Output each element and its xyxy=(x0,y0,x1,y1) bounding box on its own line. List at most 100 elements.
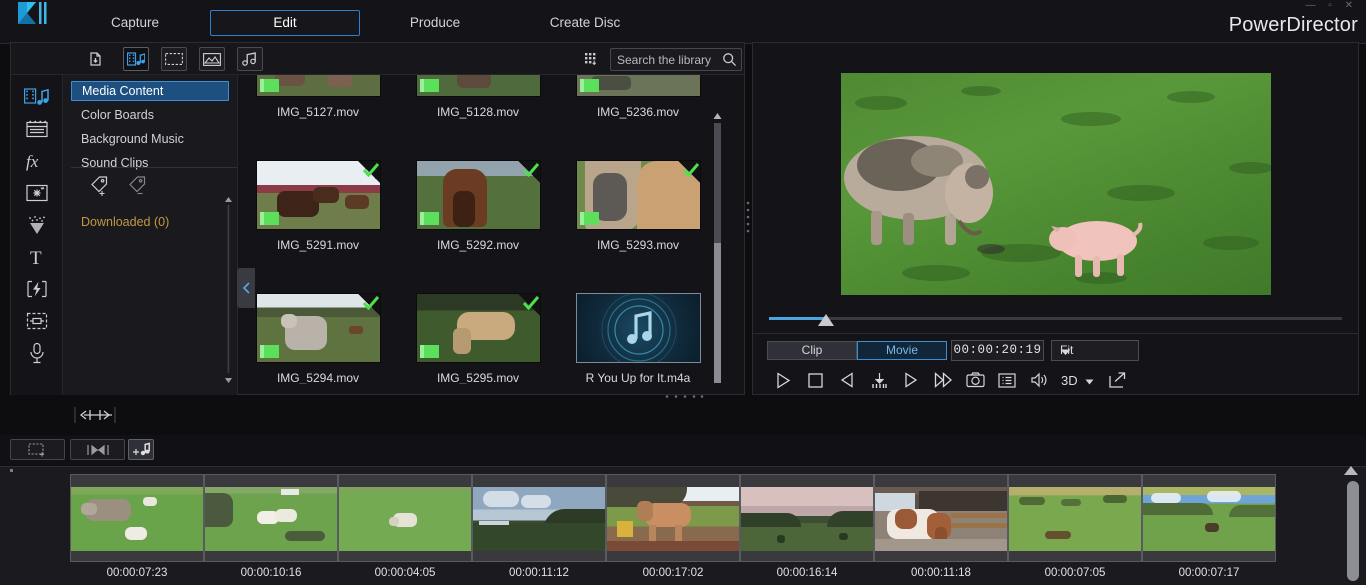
storyboard-clip-duration: 00:00:07:05 xyxy=(1008,567,1142,579)
effect-room-icon[interactable] xyxy=(22,115,52,143)
media-content-view-icon[interactable] xyxy=(123,47,149,71)
library-item-thumbnail[interactable] xyxy=(576,75,701,97)
nav-create-disc[interactable]: Create Disc xyxy=(510,10,660,36)
clip-mode-button[interactable]: Clip xyxy=(767,341,857,360)
tree-scrollbar[interactable] xyxy=(224,195,233,385)
playback-controls: 3D xyxy=(767,368,1134,392)
seek-progress xyxy=(769,317,825,320)
search-box[interactable] xyxy=(610,48,742,71)
video-preview[interactable] xyxy=(841,73,1271,295)
storyboard-clip: 00:00:10:16 xyxy=(204,474,338,579)
movie-mode-button[interactable]: Movie xyxy=(857,341,947,360)
nav-edit[interactable]: Edit xyxy=(210,10,360,36)
downloaded-tag-label[interactable]: Downloaded (0) xyxy=(81,215,169,229)
library-item-thumbnail[interactable] xyxy=(416,160,541,230)
scroll-up-icon[interactable] xyxy=(1344,466,1358,475)
storyboard-clip-duration: 00:00:17:02 xyxy=(606,567,740,579)
library-item-thumbnail[interactable] xyxy=(256,293,381,363)
library-item-thumbnail[interactable] xyxy=(256,160,381,230)
library-item-thumbnail[interactable] xyxy=(256,75,381,97)
library-item: IMG_5295.mov xyxy=(398,293,558,384)
voice-over-room-icon[interactable] xyxy=(22,339,52,367)
stop-button[interactable] xyxy=(799,368,831,392)
video-view-icon[interactable] xyxy=(161,47,187,71)
image-view-icon[interactable] xyxy=(199,47,225,71)
library-item: IMG_5128.mov xyxy=(398,75,558,119)
tag-add-icon[interactable] xyxy=(89,175,113,197)
storyboard-clip: 00:00:11:12 xyxy=(472,474,606,579)
room-icon-rail: fx xyxy=(11,75,63,395)
storyboard-scrollbar[interactable] xyxy=(1347,481,1359,581)
library-item-thumbnail[interactable] xyxy=(416,75,541,97)
storyboard-clip-thumbnail[interactable] xyxy=(204,474,338,562)
snapshot-button[interactable] xyxy=(959,368,991,392)
nav-produce[interactable]: Produce xyxy=(360,10,510,36)
library-thumbnail-grid[interactable]: IMG_5127.mov IMG_5128.mov xyxy=(238,75,726,384)
storyboard-clip-thumbnail[interactable] xyxy=(70,474,204,562)
storyboard-track[interactable]: 00:00:07:23 00:00:10:16 xyxy=(0,466,1366,585)
seek-track[interactable] xyxy=(769,317,1342,320)
sidebar-item-color-boards[interactable]: Color Boards xyxy=(71,105,229,125)
import-media-icon[interactable] xyxy=(83,47,109,71)
storyboard-clip-thumbnail[interactable] xyxy=(472,474,606,562)
window-controls[interactable]: — ▫ ✕ xyxy=(1306,0,1358,11)
panel-splitter-vertical[interactable] xyxy=(746,200,750,236)
next-frame-button[interactable] xyxy=(895,368,927,392)
checked-badge-icon xyxy=(518,161,540,183)
fast-forward-button[interactable] xyxy=(927,368,959,392)
zoom-fit-dropdown[interactable]: Fit xyxy=(1051,340,1139,361)
volume-button[interactable] xyxy=(1023,368,1055,392)
storyboard-clip-thumbnail[interactable] xyxy=(740,474,874,562)
storyboard-clip-thumbnail[interactable] xyxy=(1142,474,1276,562)
media-room-icon[interactable] xyxy=(22,83,52,111)
storyboard-clip-thumbnail[interactable] xyxy=(338,474,472,562)
video-badge-icon xyxy=(260,345,279,358)
library-item-label: IMG_5292.mov xyxy=(398,238,558,252)
audio-view-icon[interactable] xyxy=(237,47,263,71)
subtitle-room-icon[interactable] xyxy=(22,307,52,335)
svg-text:fx: fx xyxy=(26,152,39,171)
3d-mode-button[interactable]: 3D xyxy=(1055,373,1094,388)
video-badge-icon xyxy=(420,79,439,92)
video-badge-icon xyxy=(580,79,599,92)
storyboard-clip-thumbnail[interactable] xyxy=(874,474,1008,562)
chapter-marker-button[interactable] xyxy=(863,368,895,392)
pip-object-room-icon[interactable] xyxy=(22,179,52,207)
storyboard-clip: 00:00:16:14 xyxy=(740,474,874,579)
sidebar-item-media-content[interactable]: Media Content xyxy=(71,81,229,101)
display-options-button[interactable] xyxy=(991,368,1023,392)
checked-badge-icon xyxy=(358,161,380,183)
brand-title: PowerDirector xyxy=(1229,14,1358,37)
library-item-thumbnail[interactable] xyxy=(576,160,701,230)
library-item-thumbnail[interactable] xyxy=(416,293,541,363)
preview-seek-bar[interactable] xyxy=(769,311,1342,327)
sidebar-item-sound-clips[interactable]: Sound Clips xyxy=(71,153,229,173)
library-item-label: IMG_5127.mov xyxy=(238,105,398,119)
storyboard-clip-thumbnail[interactable] xyxy=(1008,474,1142,562)
timecode-display[interactable]: 00:00:20:19 xyxy=(951,340,1044,361)
grid-menu-icon[interactable] xyxy=(582,49,602,69)
main-nav: Capture Edit Produce Create Disc xyxy=(60,10,660,36)
tag-remove-icon[interactable] xyxy=(127,175,151,197)
storyboard-clip-thumbnail[interactable] xyxy=(606,474,740,562)
collapse-panel-left-icon[interactable] xyxy=(237,268,255,308)
transition-room-icon[interactable] xyxy=(22,275,52,303)
horizontal-resize-handle-icon[interactable] xyxy=(60,405,240,425)
play-button[interactable] xyxy=(767,368,799,392)
library-scrollbar[interactable] xyxy=(712,111,723,372)
title-room-icon[interactable]: T xyxy=(22,243,52,271)
previous-frame-button[interactable] xyxy=(831,368,863,392)
search-input[interactable] xyxy=(617,49,717,70)
popout-preview-button[interactable] xyxy=(1102,368,1134,392)
storyboard-view-button[interactable] xyxy=(10,439,65,460)
media-library-panel: fx xyxy=(10,42,745,395)
library-toolbar xyxy=(11,43,744,75)
timeline-view-button[interactable] xyxy=(70,439,125,460)
library-item-thumbnail[interactable] xyxy=(576,293,701,363)
nav-capture[interactable]: Capture xyxy=(60,10,210,36)
sidebar-item-background-music[interactable]: Background Music xyxy=(71,129,229,149)
seek-playhead[interactable] xyxy=(818,314,834,326)
panel-splitter-dots[interactable] xyxy=(664,394,704,399)
particle-room-icon[interactable] xyxy=(22,211,52,239)
add-music-button[interactable] xyxy=(128,439,154,460)
